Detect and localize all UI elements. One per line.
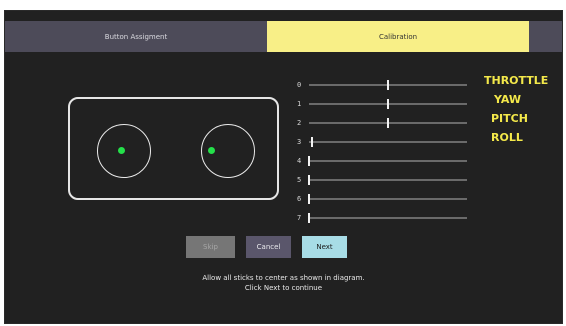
channel-number: 7 <box>297 214 302 222</box>
channel-track <box>309 80 467 90</box>
channel-track <box>309 137 467 147</box>
channel-number: 3 <box>297 138 302 146</box>
cancel-button[interactable]: Cancel <box>246 236 291 258</box>
channel-track <box>309 99 467 109</box>
calibration-window: Button Assigment Calibration 0 THROTTLE … <box>4 10 563 324</box>
channel-row: 5 <box>297 174 477 186</box>
channel-name: PITCH <box>491 112 528 125</box>
skip-button[interactable]: Skip <box>186 236 235 258</box>
channel-level-marker <box>387 99 389 109</box>
channel-name: YAW <box>494 93 522 106</box>
channel-level-marker <box>387 118 389 128</box>
stick-diagram <box>68 97 279 200</box>
channel-level-marker <box>387 80 389 90</box>
channel-level-marker <box>308 175 310 185</box>
channel-row: 6 <box>297 193 477 205</box>
tab-button-assignment[interactable]: Button Assigment <box>5 21 267 52</box>
channel-row: 2 PITCH <box>297 112 528 129</box>
channel-name: ROLL <box>491 131 523 144</box>
channel-number: 5 <box>297 176 302 184</box>
channel-row: 0 THROTTLE <box>297 74 548 91</box>
channel-track <box>308 175 467 185</box>
tab-bar: Button Assigment Calibration <box>5 21 562 52</box>
left-stick-position-dot <box>118 147 125 154</box>
channel-track <box>308 156 467 166</box>
channel-number: 4 <box>297 157 302 165</box>
channel-number: 2 <box>297 119 302 127</box>
channel-track <box>308 194 467 204</box>
channel-level-marker <box>308 194 310 204</box>
channel-row: 1 YAW <box>297 93 521 110</box>
channel-level-marker <box>311 137 314 147</box>
instruction-line-2: Click Next to continue <box>244 284 323 292</box>
channel-number: 6 <box>297 195 302 203</box>
instruction-line-1: Allow all sticks to center as shown in d… <box>202 274 365 282</box>
next-button[interactable]: Next <box>302 236 347 258</box>
channel-level-marker <box>308 156 310 166</box>
channel-name: THROTTLE <box>484 74 549 87</box>
instructions: Allow all sticks to center as shown in d… <box>5 273 562 293</box>
channel-row: 4 <box>297 155 477 167</box>
right-stick <box>201 124 255 178</box>
left-stick <box>97 124 151 178</box>
channel-level-marker <box>308 213 310 223</box>
channel-number: 1 <box>297 100 302 108</box>
channel-track <box>308 213 467 223</box>
channel-row: 7 <box>297 212 477 224</box>
right-stick-position-dot <box>208 147 215 154</box>
tab-bar-filler <box>529 21 562 52</box>
channel-track <box>309 118 467 128</box>
tab-calibration[interactable]: Calibration <box>267 21 529 52</box>
channel-list: 0 THROTTLE 1 YAW 2 PITCH 3 ROLL 4 5 6 7 <box>297 74 548 229</box>
channel-number: 0 <box>297 81 302 89</box>
channel-row: 3 ROLL <box>297 131 523 148</box>
